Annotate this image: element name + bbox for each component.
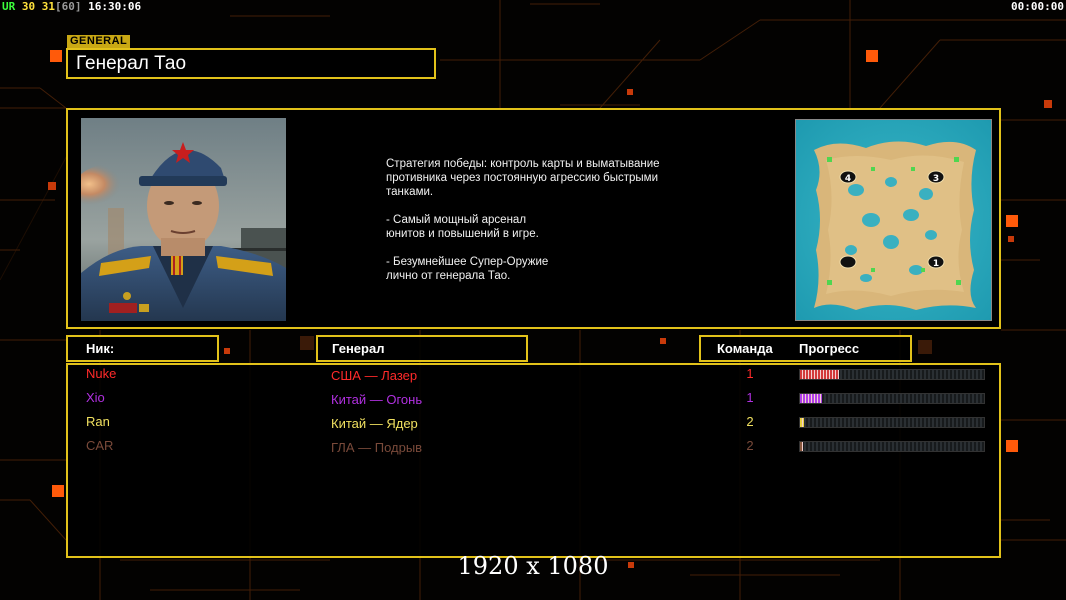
- player-progress-bar: [799, 393, 985, 404]
- general-description: Стратегия победы: контроль карты и вымат…: [386, 157, 716, 297]
- player-team: 1: [746, 390, 754, 405]
- player-team: 1: [746, 366, 754, 381]
- player-progress-fill: [800, 370, 839, 379]
- start-position-1: 1: [933, 259, 939, 269]
- header-team-progress: Команда Прогресс: [699, 335, 912, 362]
- fps-counter: UR 30 31[60] 16:30:06: [2, 0, 141, 14]
- game-timer: 00:00:00: [1011, 0, 1064, 13]
- resolution-label: 1920 x 1080: [457, 552, 609, 580]
- player-progress-fill: [800, 442, 803, 451]
- player-nick: CAR: [86, 438, 114, 453]
- player-nick: Xio: [86, 390, 105, 405]
- header-nick: Ник:: [66, 335, 219, 362]
- player-progress-bar: [799, 369, 985, 380]
- description-strategy: Стратегия победы: контроль карты и вымат…: [386, 158, 660, 198]
- general-tag: GENERAL: [67, 35, 131, 48]
- ur-label: UR: [2, 0, 16, 13]
- header-progress: Прогресс: [799, 341, 860, 356]
- players-panel: Nuke США — Лазер 1 Xio Китай — Огонь 1 R…: [66, 363, 1001, 558]
- header-team: Команда: [717, 341, 773, 356]
- start-position-4: 4: [845, 174, 851, 184]
- player-team: 2: [746, 414, 754, 429]
- player-nick: Nuke: [86, 366, 117, 381]
- player-nick: Ran: [86, 414, 110, 429]
- clock: 16:30:06: [88, 0, 142, 13]
- player-progress-fill: [800, 418, 804, 427]
- description-superweapon: - Безумнейшее Супер-Оружие лично от гене…: [386, 256, 549, 282]
- player-general: Китай — Ядер: [331, 416, 418, 431]
- player-progress-fill: [800, 394, 823, 403]
- player-progress-bar: [799, 417, 985, 428]
- player-general: США — Лазер: [331, 368, 418, 383]
- map-preview: 4 3 1: [795, 119, 992, 321]
- general-info-panel: Стратегия победы: контроль карты и вымат…: [66, 108, 1001, 329]
- fps-cap: [60]: [55, 0, 82, 13]
- start-position-3: 3: [933, 174, 939, 184]
- player-row: Xio Китай — Огонь 1: [68, 390, 999, 412]
- fps-value: 30: [21, 0, 36, 13]
- player-general: Китай — Огонь: [331, 392, 423, 407]
- general-portrait: [81, 118, 286, 321]
- header-general: Генерал: [316, 335, 528, 362]
- player-team: 2: [746, 438, 754, 453]
- fps-value-2: 31: [41, 0, 55, 13]
- player-general: ГЛА — Подрыв: [331, 440, 423, 455]
- player-row: Nuke США — Лазер 1: [68, 366, 999, 388]
- player-progress-bar: [799, 441, 985, 452]
- player-row: CAR ГЛА — Подрыв 2: [68, 438, 999, 460]
- description-arsenal: - Самый мощный арсенал юнитов и повышени…: [386, 214, 539, 240]
- general-name: Генерал Тао: [66, 48, 436, 79]
- player-row: Ran Китай — Ядер 2: [68, 414, 999, 436]
